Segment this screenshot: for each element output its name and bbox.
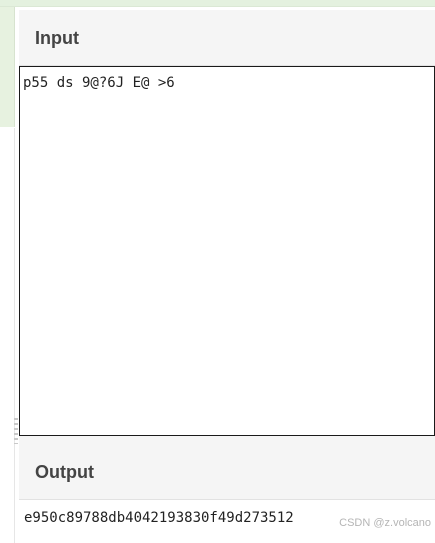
input-title: Input	[35, 28, 79, 48]
pane-resize-handle[interactable]	[14, 418, 18, 444]
input-textarea[interactable]: p55 ds 9@?6J E@ >6	[19, 66, 435, 436]
input-header: Input	[19, 10, 435, 66]
output-title: Output	[35, 462, 94, 482]
output-header: Output	[19, 444, 435, 500]
recipe-pane-edge-lower	[0, 128, 15, 543]
section-divider	[19, 436, 435, 444]
recipe-pane-edge	[0, 7, 15, 127]
watermark: CSDN @z.volcano	[339, 517, 431, 529]
top-strip	[0, 0, 435, 7]
app-frame: Input p55 ds 9@?6J E@ >6 Output e950c897…	[0, 0, 435, 543]
